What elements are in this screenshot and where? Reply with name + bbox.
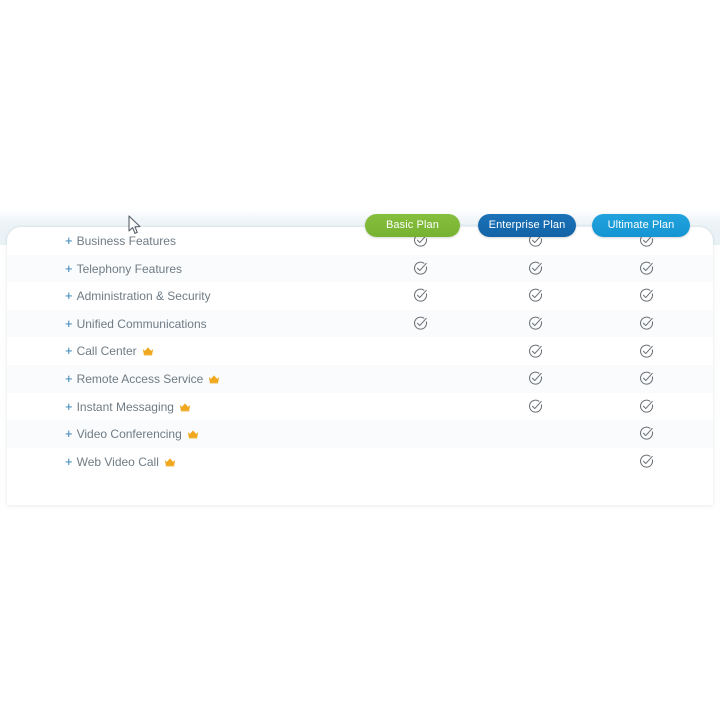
feature-label: Administration & Security — [76, 289, 211, 304]
feature-expander-unified-communications[interactable]: + Unified Communications — [65, 310, 207, 338]
plus-icon: + — [65, 453, 73, 469]
circle-check-icon — [413, 288, 428, 303]
feature-cell-ultimate — [632, 310, 660, 338]
feature-cell-ultimate — [632, 365, 660, 393]
feature-row: + Telephony Features — [7, 254, 713, 283]
feature-rows-container: + Business Features + Telephony Features + Ad… — [7, 227, 713, 475]
circle-check-icon — [413, 261, 428, 276]
feature-expander-administration-security[interactable]: + Administration & Security — [65, 282, 211, 310]
plan-button-basic[interactable]: Basic Plan — [365, 214, 460, 237]
circle-check-icon — [528, 344, 543, 359]
feature-cell-enterprise — [521, 310, 549, 338]
circle-check-icon — [639, 288, 654, 303]
feature-cell-enterprise — [521, 365, 549, 393]
circle-check-icon — [639, 454, 654, 469]
feature-row: + Unified Communications — [7, 309, 713, 338]
feature-label: Instant Messaging — [76, 399, 174, 414]
feature-label: Remote Access Service — [76, 371, 204, 386]
feature-cell-ultimate — [632, 420, 660, 448]
feature-cell-enterprise — [521, 448, 549, 476]
feature-row: + Video Conferencing — [7, 420, 713, 448]
crown-icon — [208, 374, 220, 384]
plus-icon: + — [65, 426, 73, 442]
feature-cell-basic — [406, 337, 434, 365]
circle-check-icon — [528, 371, 543, 386]
circle-check-icon — [528, 288, 543, 303]
feature-label: Unified Communications — [76, 316, 207, 331]
circle-check-icon — [528, 399, 543, 414]
feature-row: + Call Center — [7, 337, 713, 365]
plan-selector-bar: Basic Plan Enterprise Plan Ultimate Plan — [0, 214, 720, 238]
feature-row: + Web Video Call — [7, 448, 713, 476]
plus-icon: + — [65, 315, 73, 331]
feature-expander-instant-messaging[interactable]: + Instant Messaging — [65, 393, 191, 421]
plan-connector-1 — [458, 224, 480, 227]
crown-icon — [187, 429, 199, 439]
feature-label: Web Video Call — [76, 454, 159, 469]
feature-cell-ultimate — [632, 393, 660, 421]
feature-label: Video Conferencing — [76, 427, 182, 442]
feature-label: Call Center — [76, 344, 137, 359]
plan-button-ultimate[interactable]: Ultimate Plan — [592, 214, 690, 237]
feature-expander-video-conferencing[interactable]: + Video Conferencing — [65, 420, 199, 448]
feature-cell-enterprise — [521, 337, 549, 365]
feature-expander-remote-access-service[interactable]: + Remote Access Service — [65, 365, 220, 393]
feature-cell-enterprise — [521, 393, 549, 421]
feature-cell-ultimate — [632, 282, 660, 310]
circle-check-icon — [528, 261, 543, 276]
circle-check-icon — [413, 316, 428, 331]
circle-check-icon — [639, 261, 654, 276]
feature-cell-ultimate — [632, 255, 660, 283]
plus-icon: + — [65, 288, 73, 304]
feature-cell-ultimate — [632, 448, 660, 476]
feature-expander-web-video-call[interactable]: + Web Video Call — [65, 448, 176, 476]
crown-icon — [179, 402, 191, 412]
feature-cell-ultimate — [632, 337, 660, 365]
feature-cell-basic — [406, 310, 434, 338]
feature-expander-call-center[interactable]: + Call Center — [65, 337, 154, 365]
plus-icon: + — [65, 398, 73, 414]
plan-button-enterprise[interactable]: Enterprise Plan — [478, 214, 576, 237]
plan-comparison-card: + Business Features + Telephony Features + Ad… — [7, 227, 713, 505]
feature-cell-basic — [406, 420, 434, 448]
feature-row: + Instant Messaging — [7, 393, 713, 421]
plus-icon: + — [65, 370, 73, 386]
feature-cell-enterprise — [521, 255, 549, 283]
feature-row: + Administration & Security — [7, 282, 713, 310]
circle-check-icon — [639, 344, 654, 359]
crown-icon — [164, 457, 176, 467]
feature-cell-enterprise — [521, 420, 549, 448]
circle-check-icon — [528, 316, 543, 331]
feature-cell-basic — [406, 448, 434, 476]
feature-cell-enterprise — [521, 282, 549, 310]
circle-check-icon — [639, 426, 654, 441]
feature-cell-basic — [406, 255, 434, 283]
circle-check-icon — [639, 371, 654, 386]
feature-expander-telephony-features[interactable]: + Telephony Features — [65, 255, 182, 283]
plan-connector-2 — [574, 224, 594, 227]
page-root: + Business Features + Telephony Features + Ad… — [0, 0, 720, 720]
circle-check-icon — [639, 399, 654, 414]
plus-icon: + — [65, 260, 73, 276]
crown-icon — [142, 346, 154, 356]
plus-icon: + — [65, 343, 73, 359]
feature-cell-basic — [406, 393, 434, 421]
feature-cell-basic — [406, 282, 434, 310]
feature-row: + Remote Access Service — [7, 364, 713, 393]
feature-label: Telephony Features — [76, 261, 182, 276]
circle-check-icon — [639, 316, 654, 331]
feature-cell-basic — [406, 365, 434, 393]
